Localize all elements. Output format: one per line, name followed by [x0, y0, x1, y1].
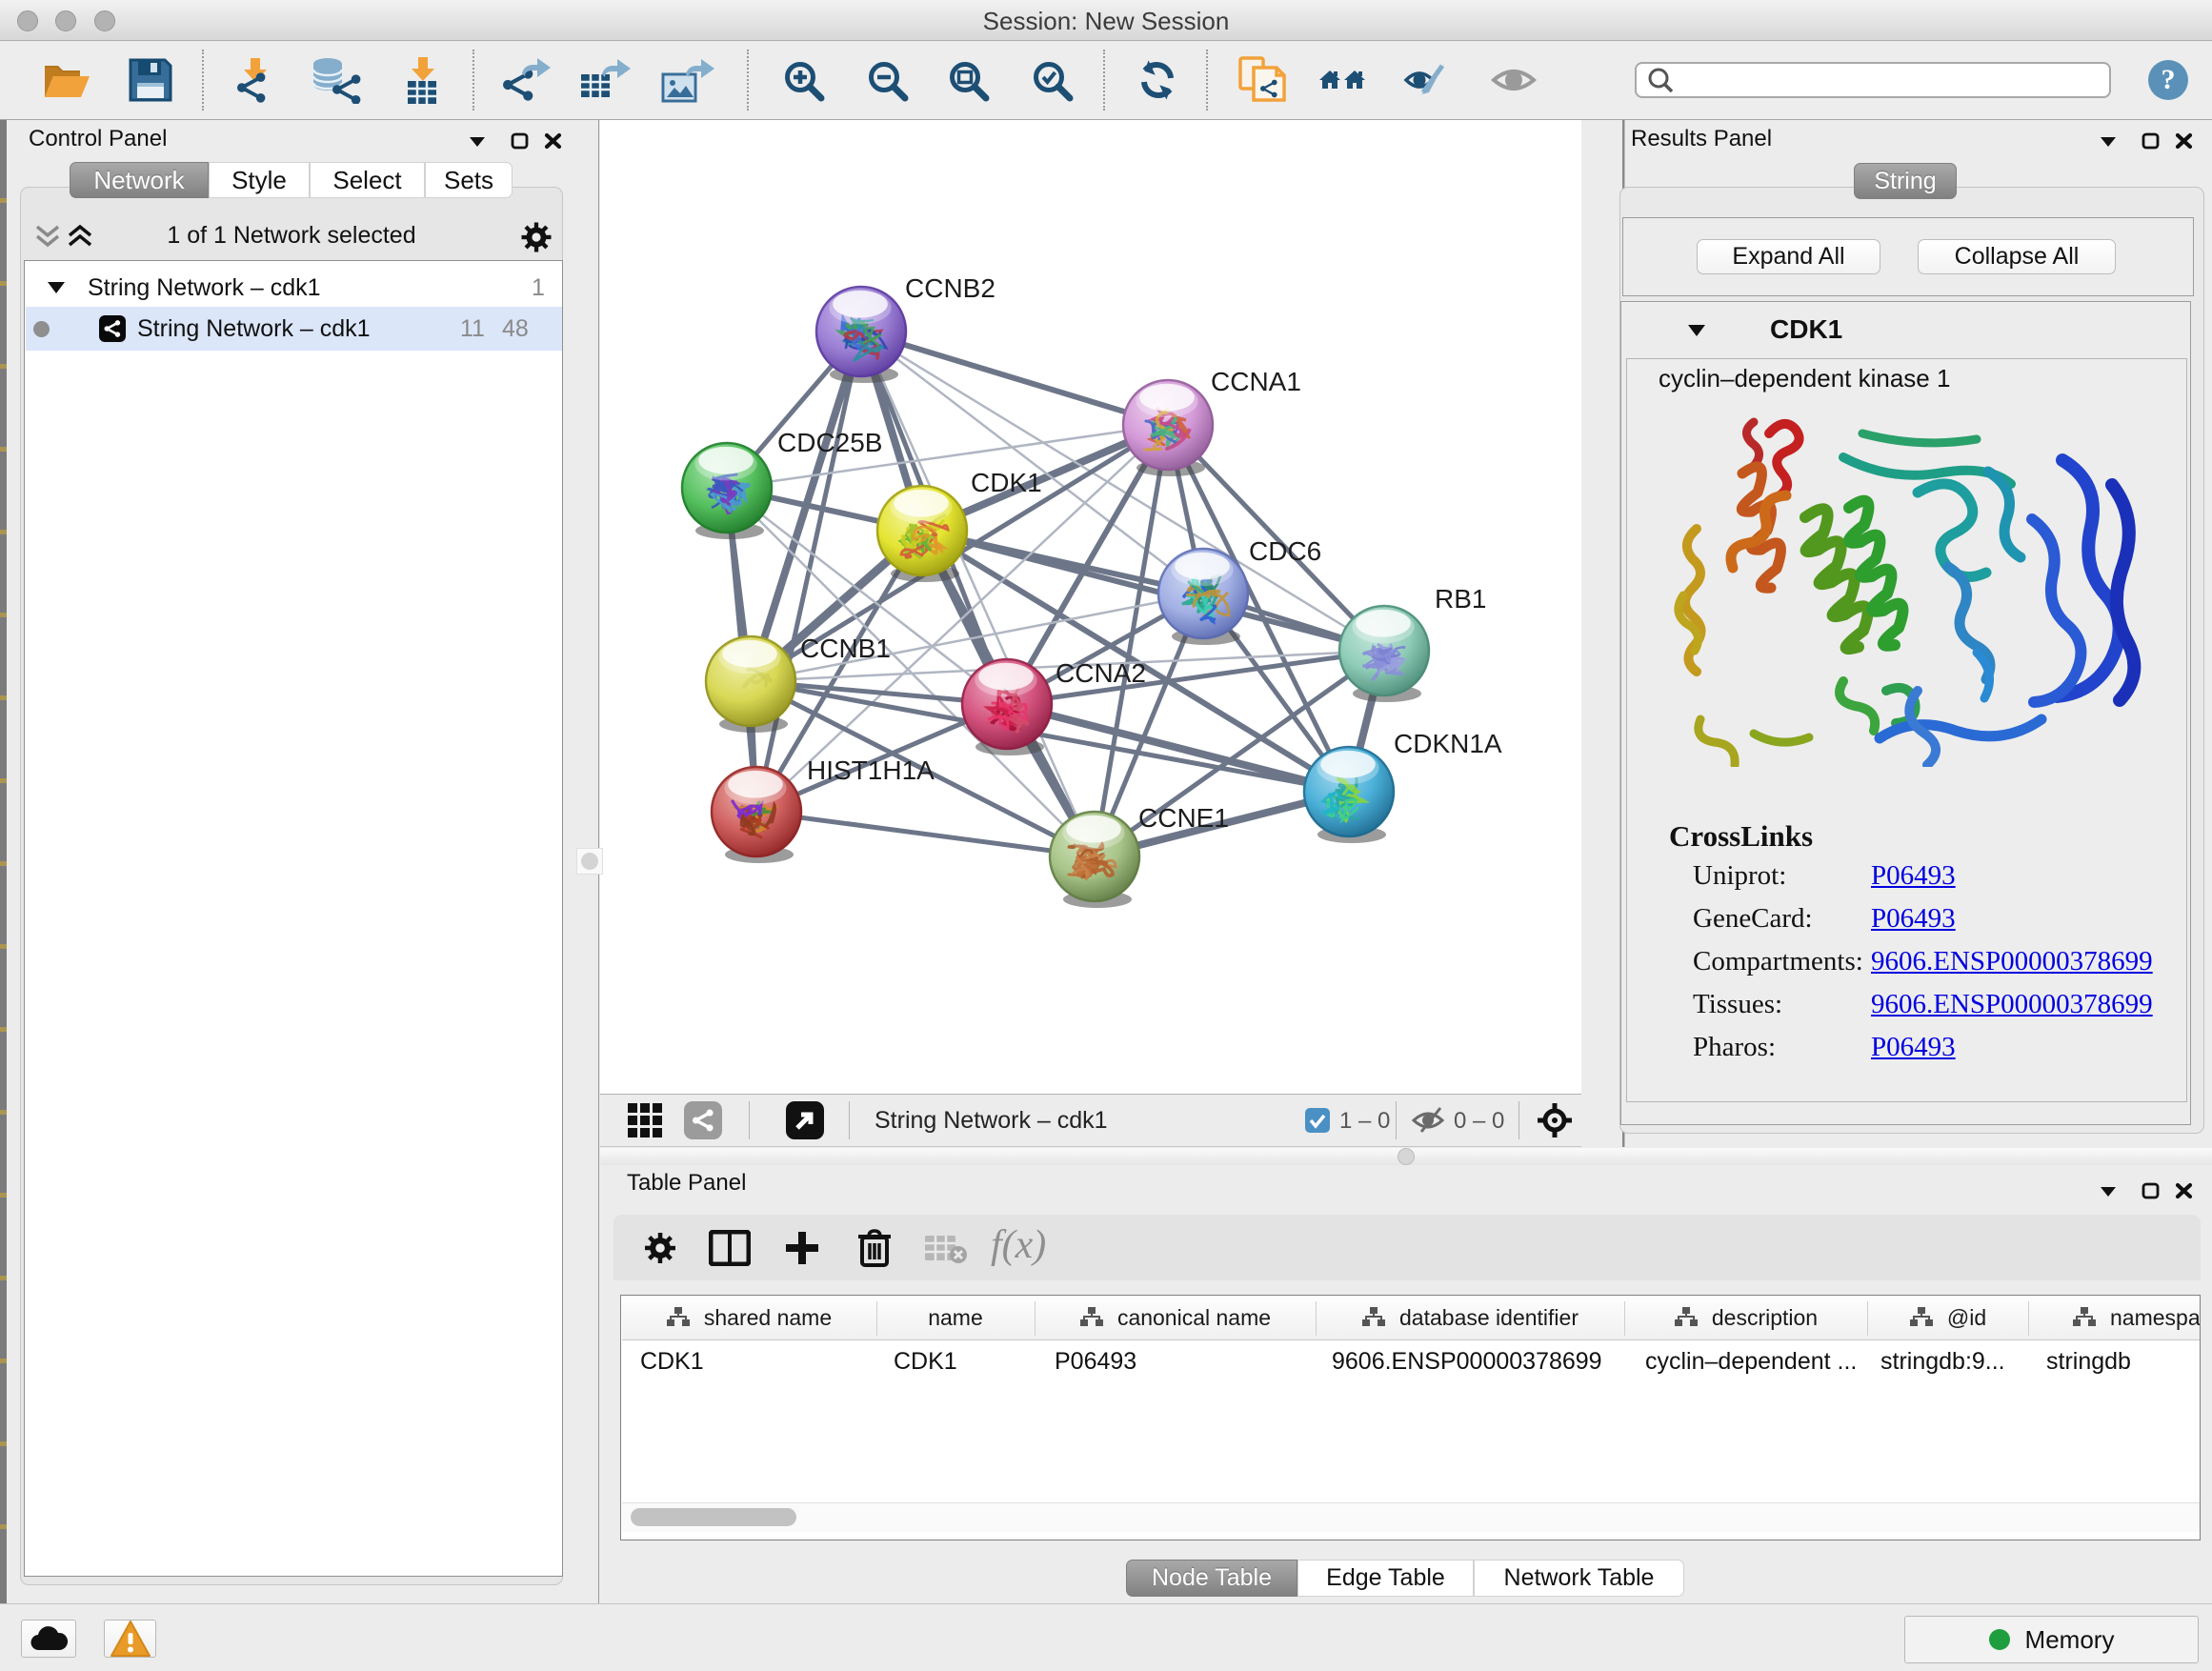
svg-text:CDC25B: CDC25B	[777, 428, 882, 457]
svg-text:CCNE1: CCNE1	[1138, 803, 1229, 833]
svg-text:?: ?	[2162, 64, 2176, 95]
svg-text:CDC6: CDC6	[1249, 536, 1321, 566]
svg-text:HIST1H1A: HIST1H1A	[807, 755, 935, 785]
svg-text:CCNA2: CCNA2	[1056, 658, 1146, 688]
svg-text:CCNB1: CCNB1	[800, 634, 891, 663]
svg-text:CCNB2: CCNB2	[905, 273, 995, 303]
svg-text:CCNA1: CCNA1	[1211, 367, 1301, 396]
svg-text:CDK1: CDK1	[971, 468, 1042, 497]
svg-text:RB1: RB1	[1435, 584, 1486, 614]
svg-text:CDKN1A: CDKN1A	[1394, 729, 1502, 758]
